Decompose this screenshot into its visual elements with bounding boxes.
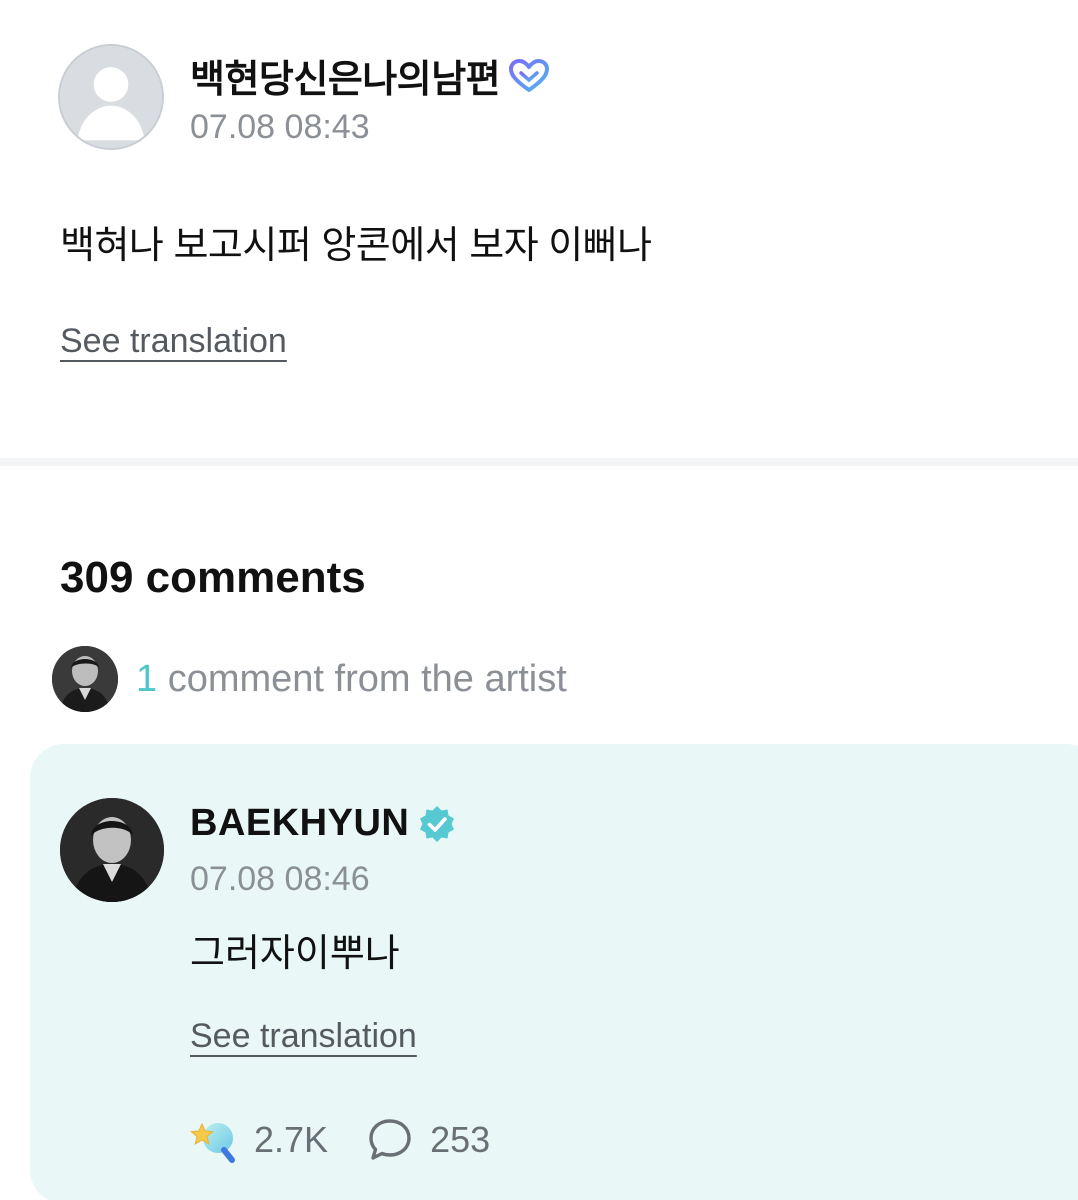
heart-membership-icon (509, 58, 550, 92)
artist-author-name[interactable]: BAEKHYUN (190, 802, 409, 845)
post-body-text: 백혀나 보고시퍼 앙콘에서 보자 이뻐나 (60, 225, 652, 267)
artist-comment-body: 그러자이뿌나 (190, 933, 400, 975)
star-bulb-like-icon (189, 1122, 235, 1163)
artist-avatar-small (52, 646, 118, 712)
artist-see-translation-link[interactable]: See translation (190, 1017, 417, 1056)
verified-check-icon (420, 805, 455, 842)
artist-avatar[interactable] (60, 798, 164, 902)
comments-count-heading: 309 comments (60, 553, 366, 602)
post-author-name[interactable]: 백현당신은나의남편 (190, 48, 501, 103)
like-count: 2.7K (254, 1119, 329, 1160)
like-stat[interactable]: 2.7K (188, 1114, 328, 1166)
post-see-translation-link[interactable]: See translation (60, 322, 287, 361)
artist-comment-timestamp: 07.08 08:46 (190, 860, 370, 898)
artist-comment-summary-text: 1 comment from the artist (136, 658, 567, 701)
artist-comment-stats: 2.7K 253 (188, 1114, 490, 1166)
artist-comment-label: comment from the artist (157, 657, 567, 700)
post: 백현당신은나의남편 07.08 08:43 백혀나 보고시퍼 앙콘에서 보자 이… (0, 0, 1078, 460)
reply-count: 253 (430, 1119, 491, 1160)
artist-comment-count: 1 (136, 657, 158, 700)
default-avatar-icon[interactable] (58, 44, 164, 150)
post-timestamp: 07.08 08:43 (190, 108, 370, 146)
artist-author-row: BAEKHYUN (190, 802, 457, 845)
reply-stat[interactable]: 253 (364, 1114, 490, 1166)
section-divider (0, 458, 1078, 466)
post-author-row: 백현당신은나의남편 (190, 48, 550, 103)
speech-bubble-icon (369, 1119, 411, 1160)
artist-comment-summary[interactable]: 1 comment from the artist (52, 646, 567, 712)
